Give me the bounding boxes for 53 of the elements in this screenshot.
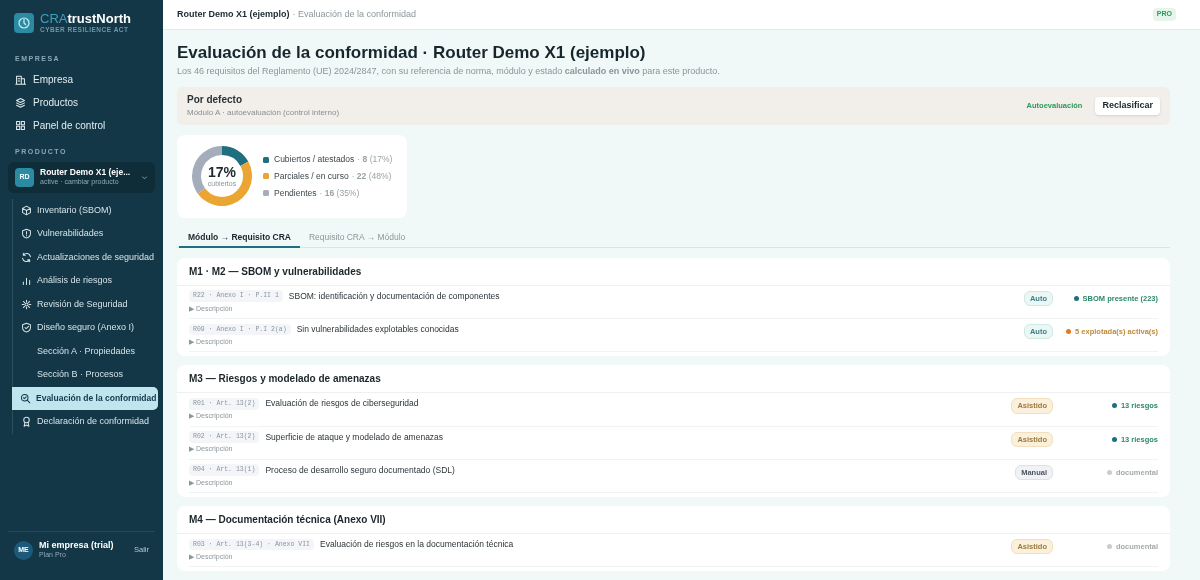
breadcrumb-current: · Evaluación de la conformidad: [292, 7, 417, 21]
legend-label: Pendientes: [274, 186, 317, 200]
sidebar-item[interactable]: Declaración de conformidad: [13, 410, 158, 434]
chevron-down-icon: [141, 173, 148, 181]
module-title: M1 · M2 — SBOM y vulnerabilidades: [189, 264, 362, 279]
page-title: Evaluación de la conformidad · Router Demo X1 (ejemplo): [177, 42, 647, 64]
requirement-title: SBOM: identificación y documentación de componentes: [288, 289, 500, 303]
module-title: M3 — Riesgos y modelado de amenazas: [189, 372, 381, 387]
refresh-icon: [21, 251, 32, 263]
classification-title: Por defecto: [187, 93, 243, 108]
sidebar-item[interactable]: Empresa: [8, 68, 155, 91]
coverage-value: 17%: [208, 165, 236, 180]
sidebar-item[interactable]: Vulnerabilidades: [13, 222, 158, 246]
module-title: M4 — Documentación técnica (Anexo VII): [189, 513, 386, 527]
sidebar-item[interactable]: Diseño seguro (Anexo I): [13, 316, 158, 340]
legend-value: · 16 (35%): [319, 186, 360, 200]
shield-check-icon: [21, 322, 32, 334]
sidebar-item[interactable]: Evaluación de la conformidad: [12, 386, 159, 410]
sidebar-item[interactable]: Revisión de Seguridad: [13, 292, 158, 316]
bar-chart-icon: [21, 275, 32, 287]
brand-name: CRAtrustNorth: [40, 12, 131, 25]
user-name: Mi empresa (trial): [39, 540, 115, 552]
sidebar-item[interactable]: Panel de control: [8, 114, 155, 137]
legend-label: Parciales / en curso: [274, 169, 349, 183]
sidebar-item[interactable]: Actualizaciones de seguridad: [13, 245, 158, 269]
settings-icon: [21, 298, 32, 310]
requirement-title: Superficie de ataque y modelado de amenazas: [265, 430, 444, 444]
sidebar-item[interactable]: Análisis de riesgos: [13, 269, 158, 293]
requirement-title: Evaluación de riesgos de ciberseguridad: [265, 397, 419, 410]
sidebar-item[interactable]: Inventario (SBOM): [13, 198, 158, 222]
sidebar-item[interactable]: Sección A · Propiedades: [13, 339, 158, 363]
shield-logo-icon: [14, 12, 34, 33]
cube-icon: [21, 204, 32, 216]
requirement-title: Sin vulnerabilidades explotables conocidas: [296, 323, 459, 336]
shield-alert-icon: [21, 228, 32, 240]
search-icon: [20, 392, 31, 404]
legend-value: · 22 (48%): [351, 169, 392, 183]
layers-icon: [15, 97, 26, 108]
sidebar-item[interactable]: Sección B · Procesos: [13, 363, 158, 387]
page-subtitle: Los 46 requisitos del Reglamento (UE) 2024/2847, con su referencia de norma, módulo y estado calculado en vivo para este producto.: [177, 65, 721, 79]
classification-detail: Módulo A · autoevaluación (control interno): [187, 107, 340, 120]
legend-value: · 8 (17%): [357, 153, 393, 166]
reclassify-button[interactable]: Reclasificar: [1095, 96, 1160, 115]
award-icon: [21, 416, 32, 428]
grid-icon: [15, 120, 26, 131]
view-tab[interactable]: Módulo → Requisito CRA: [179, 229, 300, 248]
requirement-title: Evaluación de riesgos en la documentación técnica: [320, 538, 514, 551]
breadcrumb-item[interactable]: Router Demo X1 (ejemplo): [177, 7, 290, 22]
legend-label: Cubiertos / atestados: [274, 153, 355, 166]
requirement-title: Proceso de desarrollo seguro documentado (SDL): [265, 463, 455, 477]
product-name: Router Demo X1 (eje...: [40, 167, 131, 178]
sidebar-item[interactable]: Productos: [8, 91, 155, 114]
building-icon: [15, 74, 26, 85]
